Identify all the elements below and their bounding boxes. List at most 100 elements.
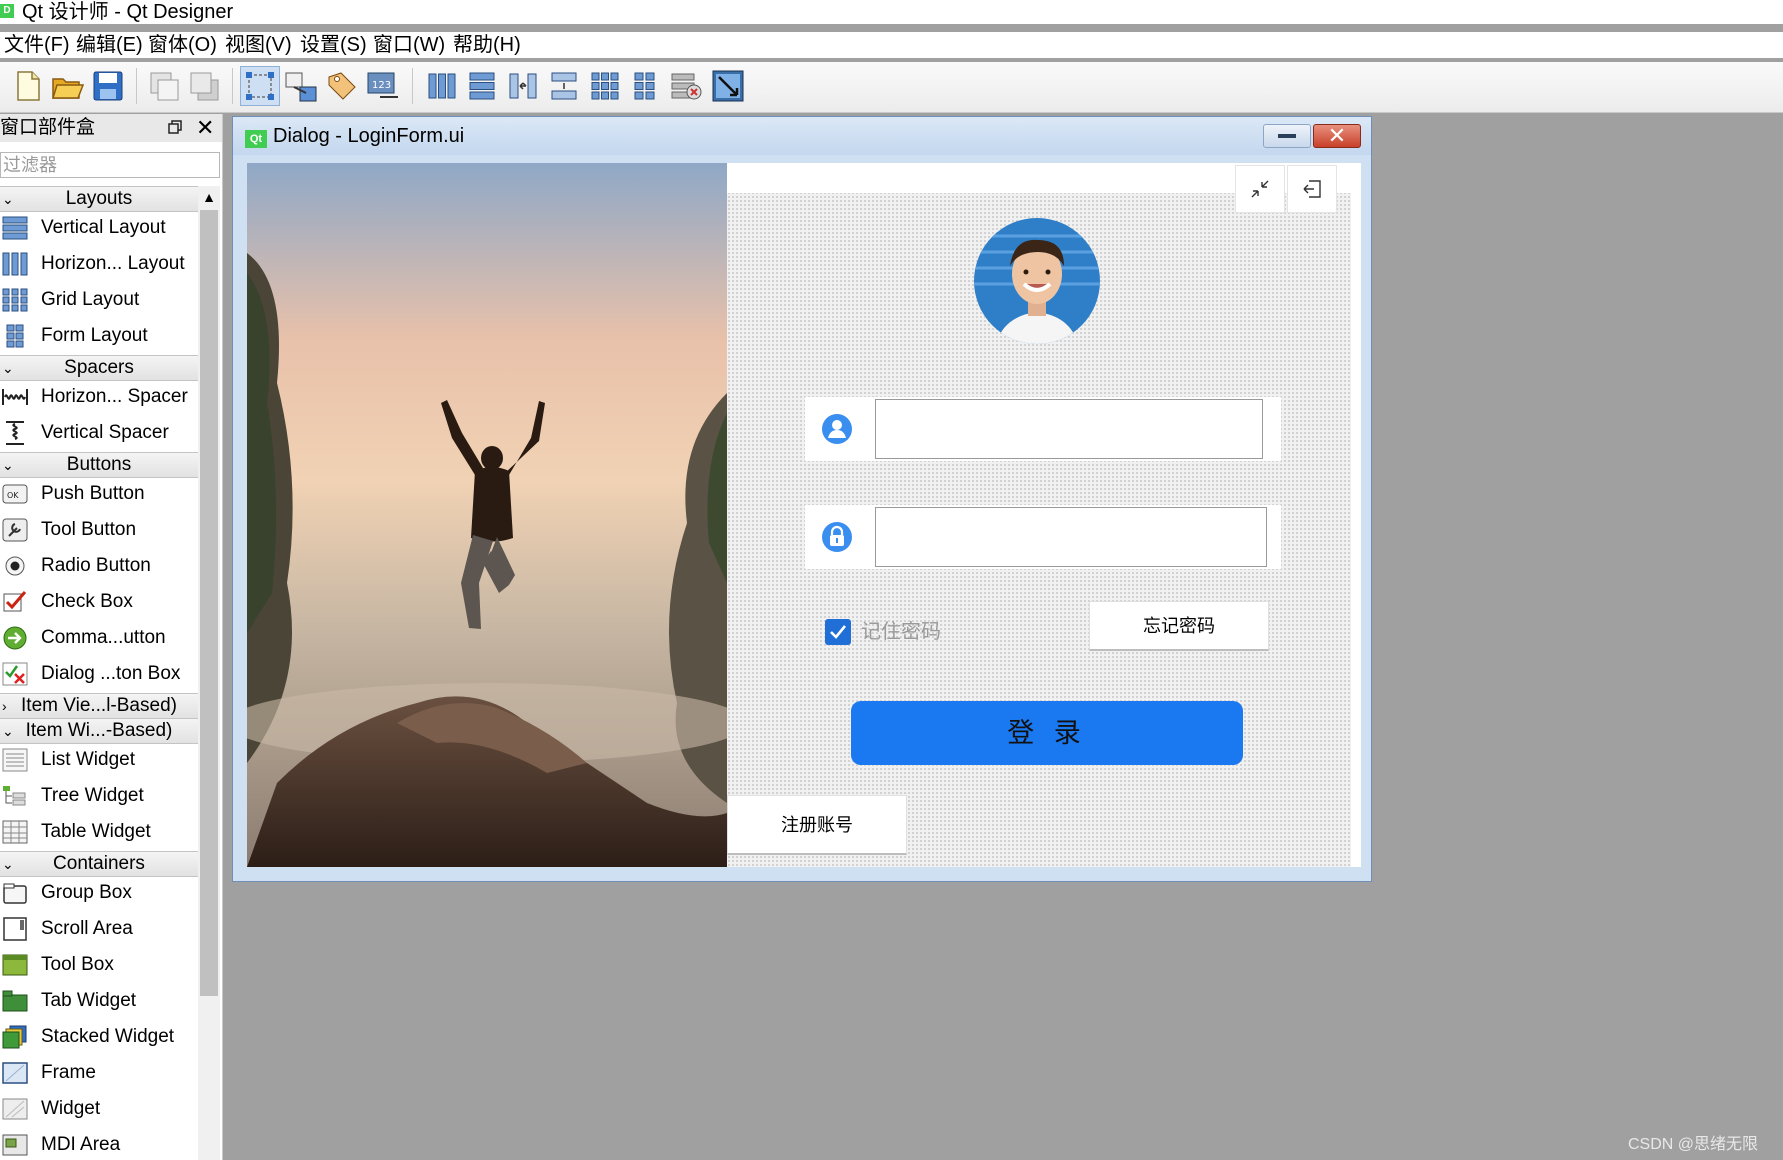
widget-category-header[interactable]: ⌄ Spacers: [0, 355, 198, 381]
widget-item[interactable]: Tree Widget: [0, 779, 198, 813]
widget-item[interactable]: Horizon... Layout: [0, 247, 198, 281]
layout-horizontal-button[interactable]: [422, 66, 462, 106]
widget-category-header[interactable]: ⌄ Containers: [0, 851, 198, 877]
exit-button[interactable]: [1287, 165, 1337, 213]
widget-item-label: Table Widget: [41, 821, 151, 842]
widget-category-header[interactable]: ⌄ Buttons: [0, 452, 198, 478]
widget-item-label: Stacked Widget: [41, 1026, 175, 1047]
login-button[interactable]: 登 录: [851, 701, 1243, 765]
edit-widgets-icon: [246, 72, 274, 100]
edit-signals-slots-button[interactable]: [281, 66, 321, 106]
menu-help[interactable]: 帮助(H): [453, 32, 521, 58]
bring-to-front-button[interactable]: [184, 66, 224, 106]
user-avatar: [974, 218, 1100, 344]
widget-filter-input[interactable]: [0, 152, 220, 178]
tool-box-icon: [2, 953, 28, 977]
minimize-button[interactable]: [1263, 124, 1311, 148]
register-account-button[interactable]: 注册账号: [727, 795, 907, 855]
widget-item[interactable]: Grid Layout: [0, 283, 198, 317]
remember-password-checkbox[interactable]: [825, 619, 851, 645]
menu-form[interactable]: 窗体(O): [148, 32, 217, 58]
menu-view[interactable]: 视图(V): [225, 32, 292, 58]
widget-item[interactable]: OK Push Button: [0, 477, 198, 511]
widget-item[interactable]: Tool Button: [0, 513, 198, 547]
widget-item[interactable]: Radio Button: [0, 549, 198, 583]
edit-buddies-icon: [328, 72, 356, 100]
adjust-size-button[interactable]: [708, 66, 748, 106]
new-form-button[interactable]: [8, 66, 48, 106]
widget-item-label: MDI Area: [41, 1134, 121, 1155]
vertical-layout-icon: [2, 216, 28, 240]
layout-horizontal-splitter-button[interactable]: [503, 66, 543, 106]
widget-item[interactable]: Scroll Area: [0, 912, 198, 946]
edit-tab-order-icon: 123: [367, 72, 398, 98]
widget-item-label: Grid Layout: [41, 289, 140, 310]
edit-tab-order-button[interactable]: 123: [363, 66, 403, 106]
widget-item[interactable]: Frame: [0, 1056, 198, 1090]
edit-buddies-button[interactable]: [322, 66, 362, 106]
widget-item[interactable]: Form Layout: [0, 319, 198, 353]
list-widget-icon: [2, 748, 28, 772]
layout-vertical-button[interactable]: [462, 66, 502, 106]
remember-password-label[interactable]: 记住密码: [861, 619, 941, 645]
shrink-window-button[interactable]: [1235, 165, 1285, 213]
widget-item[interactable]: List Widget: [0, 743, 198, 777]
save-button[interactable]: [88, 66, 128, 106]
edit-widgets-button[interactable]: [240, 66, 280, 106]
menu-edit[interactable]: 编辑(E): [76, 32, 143, 58]
csdn-watermark: CSDN @思绪无限: [1628, 1136, 1759, 1153]
minimize-icon: [1278, 134, 1296, 138]
widget-item[interactable]: Widget: [0, 1092, 198, 1126]
layout-grid-button[interactable]: [585, 66, 625, 106]
menu-window[interactable]: 窗口(W): [373, 32, 445, 58]
close-button[interactable]: ✕: [1313, 124, 1361, 148]
layout-vertical-splitter-button[interactable]: [544, 66, 584, 106]
menu-settings[interactable]: 设置(S): [300, 32, 367, 58]
check-box-icon: [2, 590, 28, 614]
widget-item-label: Dialog ...ton Box: [41, 663, 181, 684]
widget-item[interactable]: Dialog ...ton Box: [0, 657, 198, 691]
window-titlebar: D Qt 设计师 - Qt Designer: [0, 0, 1783, 24]
widget-item[interactable]: Horizon... Spacer: [0, 380, 198, 414]
exit-icon: [1303, 180, 1321, 198]
password-input[interactable]: [875, 507, 1267, 567]
scrollbar-thumb[interactable]: [200, 210, 218, 996]
float-dock-icon[interactable]: [168, 120, 182, 134]
qt-logo-icon: Qt: [245, 130, 267, 148]
widget-item[interactable]: Stacked Widget: [0, 1020, 198, 1054]
mdi-area-icon: [2, 1133, 28, 1157]
menu-file[interactable]: 文件(F): [4, 32, 70, 58]
dialog-titlebar[interactable]: Qt Dialog - LoginForm.ui ✕: [233, 117, 1371, 155]
widget-category-label: Containers: [53, 853, 145, 874]
dialog-title: Dialog - LoginForm.ui: [273, 125, 465, 147]
widget-item[interactable]: Comma...utton: [0, 621, 198, 655]
send-to-back-button[interactable]: [144, 66, 184, 106]
bring-to-front-icon: [190, 72, 219, 101]
widget-category-header[interactable]: ⌄ Layouts: [0, 186, 198, 212]
widget-item[interactable]: Vertical Spacer: [0, 416, 198, 450]
open-button[interactable]: [48, 66, 88, 106]
widget-item[interactable]: Tool Box: [0, 948, 198, 982]
toolbar-separator: [232, 68, 233, 104]
close-dock-icon[interactable]: ✕: [196, 114, 214, 142]
adjust-size-icon: [712, 70, 744, 102]
break-layout-button[interactable]: [666, 66, 706, 106]
layout-form-button[interactable]: [625, 66, 665, 106]
forgot-password-button[interactable]: 忘记密码: [1089, 601, 1269, 651]
widget-item-label: Horizon... Spacer: [41, 386, 188, 407]
widget-item[interactable]: Group Box: [0, 876, 198, 910]
widget-item[interactable]: Tab Widget: [0, 984, 198, 1018]
widget-box-scrollbar[interactable]: ▲: [198, 186, 220, 1160]
svg-text:OK: OK: [7, 491, 19, 500]
widget-item[interactable]: Table Widget: [0, 815, 198, 849]
widget-item[interactable]: Vertical Layout: [0, 211, 198, 245]
widget-item[interactable]: MDI Area: [0, 1128, 198, 1160]
widget-category-header[interactable]: › Item Vie...l-Based): [0, 693, 198, 719]
stacked-widget-icon: [2, 1025, 28, 1049]
username-input[interactable]: [875, 399, 1263, 459]
widget-item[interactable]: Check Box: [0, 585, 198, 619]
scroll-up-arrow-icon[interactable]: ▲: [198, 186, 220, 208]
widget-item-label: Tab Widget: [41, 990, 137, 1011]
widget-category-header[interactable]: ⌄ Item Wi...-Based): [0, 718, 198, 744]
widget-box-header: 窗口部件盒 ✕: [0, 114, 222, 142]
